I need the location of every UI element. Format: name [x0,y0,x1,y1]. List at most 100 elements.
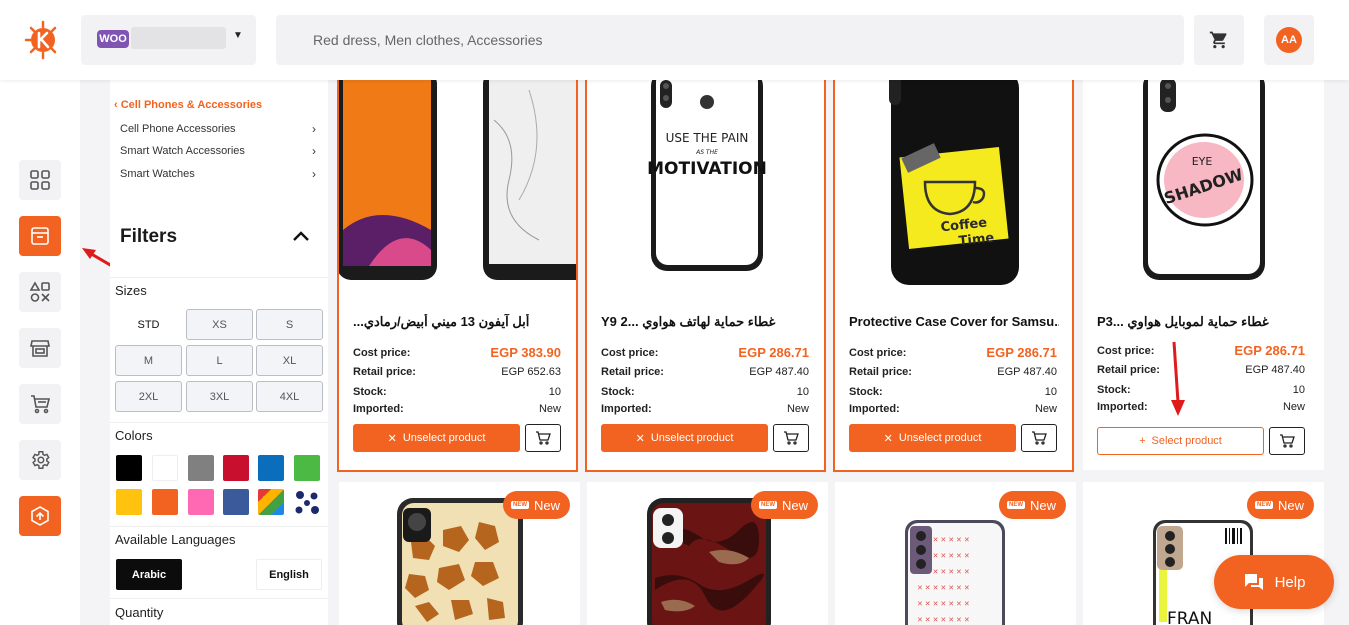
size-option[interactable]: STD [115,309,182,340]
case-print-text: MOTIVATION [647,159,767,179]
product-card[interactable]: NEW New [339,482,580,625]
sizes-label: Sizes [115,283,147,298]
divider [110,598,328,599]
product-title[interactable]: ...أبل آيفون 13 ميني أبيض/رمادي [353,314,563,330]
product-card[interactable]: ...أبل آيفون 13 ميني أبيض/رمادي Cost pri… [337,78,578,472]
rail-products-button[interactable] [19,216,61,256]
color-swatch-black[interactable] [116,455,142,481]
language-option-arabic[interactable]: Arabic [116,559,182,590]
imported-label: Imported: [353,403,404,415]
cart-icon [1032,431,1047,445]
color-swatch-navy[interactable] [223,489,249,515]
rail-orders-button[interactable] [19,384,61,424]
size-option[interactable]: M [115,345,182,376]
size-option[interactable]: 4XL [256,381,323,412]
colors-label: Colors [115,428,153,443]
new-badge-label: New [533,497,560,513]
product-title[interactable]: Protective Case Cover for Samsu... [849,314,1059,329]
quantity-label: Quantity [115,605,164,620]
color-swatch-pattern[interactable] [294,489,320,515]
cost-row: Cost price: EGP 286.71 [1097,343,1305,358]
add-to-cart-button[interactable] [1021,424,1057,452]
settings-gear-icon [32,451,50,469]
product-card[interactable]: EYE SHADOW P3... غطاء حماية لموبايل هواو… [1083,80,1324,470]
color-swatch-yellow[interactable] [116,489,142,515]
rail-upgrade-button[interactable] [19,496,61,536]
chevron-down-icon: ▼ [233,30,243,41]
rail-settings-button[interactable] [19,440,61,480]
product-card[interactable]: NEW New [587,482,828,625]
subcategory-item[interactable]: Cell Phone Accessories › [120,122,316,136]
help-button[interactable]: Help [1214,555,1334,609]
subcategory-label: Cell Phone Accessories [120,123,236,135]
add-to-cart-button[interactable] [525,424,561,452]
size-option[interactable]: 2XL [115,381,182,412]
rail-dashboard-button[interactable] [19,160,61,200]
stock-row: Stock: 10 [353,386,561,398]
chevron-up-icon[interactable] [292,230,310,242]
filter-panel: ‹ Cell Phones & Accessories Cell Phone A… [110,80,328,625]
store-name-redacted [131,27,226,49]
divider [110,526,328,527]
product-card[interactable]: USE THE PAIN AS THE MOTIVATION Y9 2... غ… [585,78,826,472]
retail-row: Retail price: EGP 652.63 [353,366,561,378]
select-product-button[interactable]: + Select product [1097,427,1264,455]
product-card[interactable]: ✕ ✕ ✕ ✕ ✕ ✕ ✕ ✕ ✕ ✕ ✕ ✕ ✕ ✕ ✕ ✕ ✕ ✕ ✕ ✕ ✕ ✕… [835,482,1076,625]
retail-value: EGP 652.63 [501,366,561,378]
app-logo-icon[interactable] [22,18,64,60]
button-label: Unselect product [402,432,486,444]
color-swatch-green[interactable] [294,455,320,481]
search-input[interactable] [276,15,1184,65]
color-swatch-blue[interactable] [258,455,284,481]
user-menu[interactable]: AA [1264,15,1314,65]
woocommerce-badge: WOO [97,30,129,48]
retail-row: Retail price: EGP 487.40 [849,366,1057,378]
unselect-product-button[interactable]: ✕ Unselect product [601,424,768,452]
retail-label: Retail price: [849,366,912,378]
cost-value: EGP 286.71 [1234,343,1305,358]
store-selector[interactable]: WOO ▼ [81,15,256,65]
size-option[interactable]: XL [256,345,323,376]
product-title[interactable]: P3... غطاء حماية لموبايل هواوي [1097,314,1307,330]
size-option[interactable]: 3XL [186,381,253,412]
language-option-english[interactable]: English [256,559,322,590]
imported-label: Imported: [849,403,900,415]
color-swatch-gray[interactable] [188,455,214,481]
rail-categories-button[interactable] [19,272,61,312]
product-title[interactable]: Y9 2... غطاء حماية لهاتف هواوي [601,314,811,330]
add-to-cart-button[interactable] [1269,427,1305,455]
color-swatch-red[interactable] [223,455,249,481]
product-card[interactable]: Coffee Time Protective Case Cover for Sa… [833,78,1074,472]
subcategory-item[interactable]: Smart Watch Accessories › [120,144,316,158]
unselect-product-button[interactable]: ✕ Unselect product [849,424,1016,452]
stock-value: 10 [796,386,809,398]
color-swatch-white[interactable] [152,455,178,481]
stock-value: 10 [548,386,561,398]
color-swatch-pink[interactable] [188,489,214,515]
dashboard-grid-icon [30,170,50,190]
add-to-cart-button[interactable] [773,424,809,452]
cost-label: Cost price: [1097,345,1155,357]
stock-label: Stock: [353,386,387,398]
cost-value: EGP 286.71 [986,345,1057,360]
unselect-product-button[interactable]: ✕ Unselect product [353,424,520,452]
cart-button[interactable] [1194,15,1244,65]
size-option[interactable]: XS [186,309,253,340]
color-swatch-orange[interactable] [152,489,178,515]
top-bar: WOO ▼ AA [0,0,1349,80]
new-badge: NEW New [1246,491,1314,519]
products-box-icon [31,227,49,245]
subcategory-label: Smart Watch Accessories [120,145,245,157]
cart-icon [784,431,799,445]
color-swatch-multicolor[interactable] [258,489,284,515]
size-option[interactable]: L [186,345,253,376]
left-rail [0,80,80,625]
breadcrumb[interactable]: ‹ Cell Phones & Accessories [114,99,262,111]
new-badge-label: New [1029,497,1056,513]
cost-label: Cost price: [849,347,907,359]
cart-icon [1209,31,1227,49]
subcategory-item[interactable]: Smart Watches › [120,167,316,181]
rail-store-button[interactable] [19,328,61,368]
size-option[interactable]: S [256,309,323,340]
cost-row: Cost price: EGP 286.71 [601,345,809,360]
